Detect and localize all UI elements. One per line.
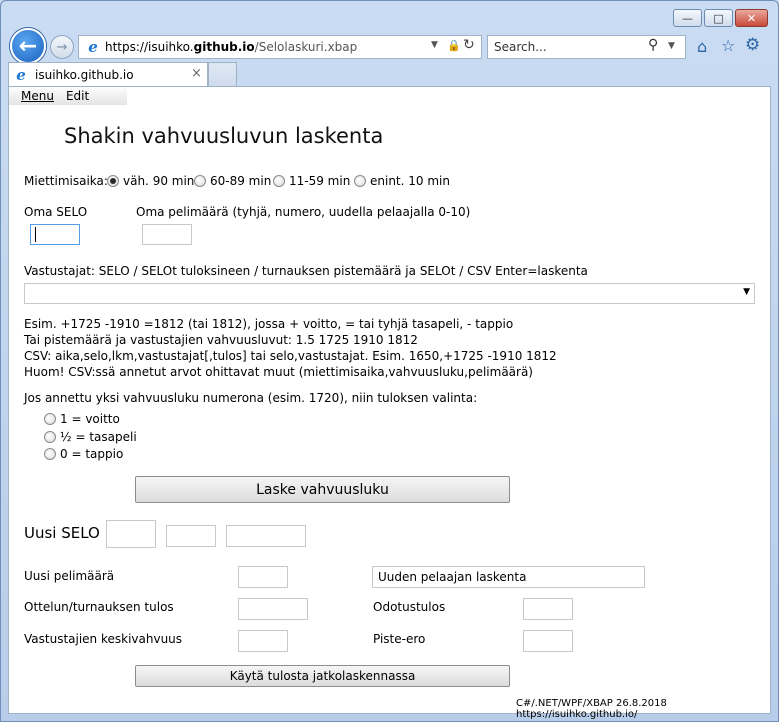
expected-score-label: Odotustulos [373, 600, 446, 614]
radio-label: 0 = tappio [60, 447, 124, 461]
result-option-loss[interactable]: 0 = tappio [44, 447, 123, 461]
search-icon[interactable]: ⚲ [648, 37, 658, 53]
radio-option-2[interactable]: 60-89 min [194, 174, 271, 188]
expected-score-output [523, 598, 573, 620]
radio-button[interactable] [44, 431, 56, 443]
help-line: Esim. +1725 -1910 =1812 (tai 1812), joss… [24, 317, 514, 331]
radio-label: ½ = tasapeli [60, 430, 137, 444]
settings-gear-icon[interactable]: ⚙ [745, 35, 760, 55]
help-line: Tai pistemäärä ja vastustajien vahvuuslu… [24, 333, 418, 347]
back-button[interactable]: ← [10, 28, 46, 64]
radio-label: 11-59 min [289, 174, 351, 188]
arrow-right-icon: → [56, 39, 68, 55]
match-result-label: Ottelun/turnauksen tulos [24, 600, 174, 614]
text-caret [35, 227, 36, 242]
own-games-label: Oma pelimäärä (tyhjä, numero, uudella pe… [136, 205, 471, 219]
point-difference-output [523, 630, 573, 652]
minimize-button[interactable]: — [673, 9, 702, 27]
help-line: CSV: aika,selo,lkm,vastustajat[,tulos] t… [24, 349, 557, 363]
tab-ie-icon: e [16, 65, 26, 84]
close-window-button[interactable]: ✕ [735, 9, 768, 27]
search-placeholder: Search... [494, 40, 547, 54]
radio-label: väh. 90 min [123, 174, 195, 188]
radio-label: 1 = voitto [60, 412, 120, 426]
new-selo-range-output [226, 525, 306, 547]
new-selo-label: Uusi SELO [24, 524, 100, 542]
tab-title: isuihko.github.io [35, 67, 134, 82]
result-option-draw[interactable]: ½ = tasapeli [44, 430, 137, 444]
opponents-combobox[interactable]: ▼ [24, 283, 755, 304]
use-result-button[interactable]: Käytä tulosta jatkolaskennassa [135, 665, 510, 687]
maximize-button[interactable]: □ [704, 9, 733, 27]
radio-button[interactable] [44, 413, 56, 425]
refresh-icon[interactable]: ↻ [463, 37, 475, 53]
home-icon[interactable]: ⌂ [697, 37, 707, 56]
help-line: Huom! CSV:ssä annetut arvot ohittavat mu… [24, 365, 533, 379]
arrow-left-icon: ← [18, 33, 38, 59]
search-field[interactable]: Search... ⚲ ▼ [487, 35, 686, 59]
calculate-button[interactable]: Laske vahvuusluku [135, 476, 510, 503]
forward-button[interactable]: → [50, 35, 74, 59]
thinking-time-label: Miettimisaika: [24, 174, 108, 188]
search-dropdown-icon[interactable]: ▼ [668, 41, 675, 51]
calculate-button-label: Laske vahvuusluku [256, 481, 389, 498]
result-choice-label: Jos annettu yksi vahvuusluku numerona (e… [24, 391, 478, 405]
radio-button[interactable] [354, 175, 366, 187]
new-player-calc-text: Uuden pelaajan laskenta [378, 570, 527, 584]
new-tab-button[interactable] [208, 62, 237, 86]
menu-bar: Menu Edit [9, 87, 127, 105]
menu-item-menu[interactable]: Menu [21, 89, 54, 103]
radio-button[interactable] [194, 175, 206, 187]
lock-icon: 🔒 [447, 39, 461, 52]
browser-tab[interactable]: e isuihko.github.io × [8, 62, 208, 86]
result-option-win[interactable]: 1 = voitto [44, 412, 120, 426]
new-games-label: Uusi pelimäärä [24, 569, 115, 583]
radio-button-selected[interactable] [107, 175, 119, 187]
new-games-output [238, 566, 288, 588]
radio-button[interactable] [44, 448, 56, 460]
radio-label: 60-89 min [210, 174, 272, 188]
radio-option-3[interactable]: 11-59 min [273, 174, 350, 188]
radio-option-1[interactable]: väh. 90 min [107, 174, 194, 188]
chevron-down-icon[interactable]: ▼ [743, 287, 750, 297]
own-games-input[interactable] [142, 224, 192, 245]
own-selo-label: Oma SELO [24, 205, 88, 219]
dropdown-icon[interactable]: ▼ [431, 40, 438, 50]
url-text: https://isuihko.github.io/Selolaskuri.xb… [105, 40, 358, 54]
own-selo-input[interactable] [30, 224, 80, 245]
opponents-average-output [238, 630, 288, 652]
new-selo-change-output [166, 525, 216, 547]
opponents-average-label: Vastustajien keskivahvuus [24, 632, 183, 646]
new-selo-output [106, 520, 156, 548]
new-player-calc-field: Uuden pelaajan laskenta [372, 566, 645, 588]
point-difference-label: Piste-ero [373, 632, 426, 646]
tab-close-icon[interactable]: × [191, 66, 202, 81]
menu-item-edit[interactable]: Edit [66, 89, 89, 103]
footer-text: C#/.NET/WPF/XBAP 26.8.2018 https://isuih… [516, 698, 667, 720]
use-result-button-label: Käytä tulosta jatkolaskennassa [229, 669, 416, 683]
page-title: Shakin vahvuusluvun laskenta [64, 124, 384, 148]
favorites-star-icon[interactable]: ☆ [721, 36, 735, 55]
radio-button[interactable] [273, 175, 285, 187]
radio-label: enint. 10 min [370, 174, 450, 188]
opponents-label: Vastustajat: SELO / SELOt tuloksineen / … [24, 264, 588, 278]
match-result-output [238, 598, 308, 620]
radio-option-4[interactable]: enint. 10 min [354, 174, 450, 188]
address-bar[interactable]: e https://isuihko.github.io/Selolaskuri.… [78, 35, 482, 59]
ie-logo-icon: e [88, 38, 98, 56]
